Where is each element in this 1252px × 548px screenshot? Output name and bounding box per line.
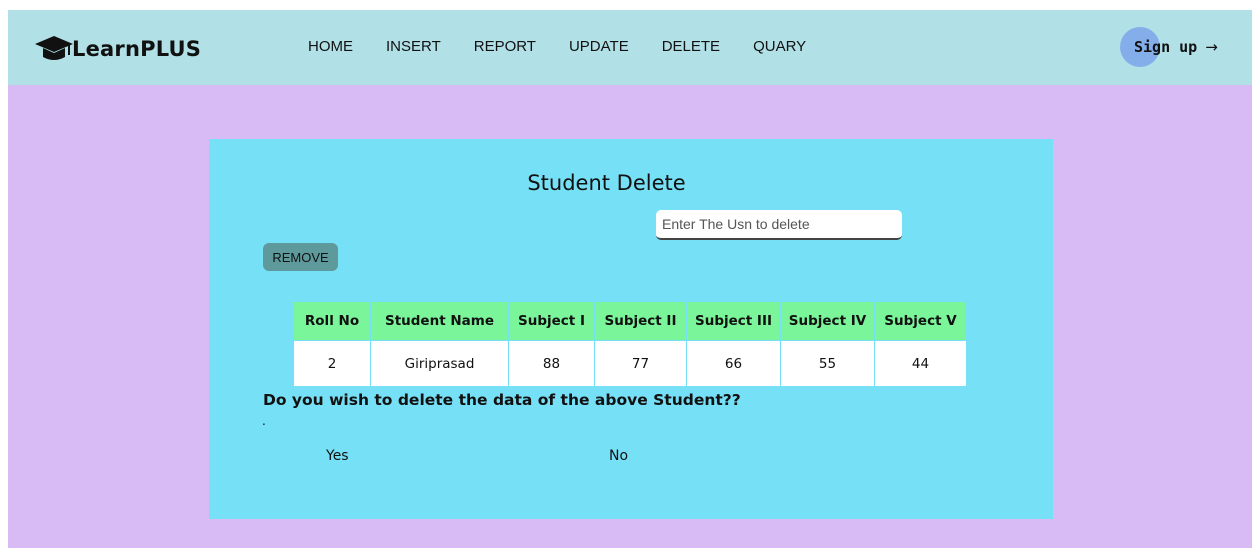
col-subject-2: Subject II bbox=[594, 301, 687, 341]
panel-title: Student Delete bbox=[527, 171, 686, 195]
nav-update[interactable]: UPDATE bbox=[569, 38, 629, 55]
nav-links: HOME INSERT REPORT UPDATE DELETE QUARY bbox=[308, 38, 839, 55]
col-subject-5: Subject V bbox=[874, 301, 967, 341]
confirm-question: Do you wish to delete the data of the ab… bbox=[263, 391, 741, 409]
brand[interactable]: LearnPLUS bbox=[34, 34, 201, 64]
yes-option[interactable]: Yes bbox=[326, 448, 349, 464]
nav-quary[interactable]: QUARY bbox=[753, 38, 806, 55]
arrow-right-icon: → bbox=[1205, 38, 1218, 56]
delete-panel: Student Delete REMOVE Roll No Student Na… bbox=[209, 139, 1053, 519]
remove-button[interactable]: REMOVE bbox=[263, 243, 338, 271]
nav-insert[interactable]: INSERT bbox=[386, 38, 441, 55]
signup-label: Sign up bbox=[1134, 38, 1198, 56]
cell-subject-3: 66 bbox=[686, 340, 781, 387]
cell-subject-1: 88 bbox=[508, 340, 595, 387]
col-subject-4: Subject IV bbox=[780, 301, 875, 341]
col-subject-3: Subject III bbox=[686, 301, 781, 341]
cell-student-name: Giriprasad bbox=[370, 340, 509, 387]
signup-button[interactable]: Sign up → bbox=[1120, 27, 1218, 67]
usn-input[interactable] bbox=[656, 210, 902, 240]
nav-delete[interactable]: DELETE bbox=[662, 38, 720, 55]
nav-home[interactable]: HOME bbox=[308, 38, 353, 55]
brand-name: LearnPLUS bbox=[72, 37, 202, 61]
student-table: Roll No Student Name Subject I Subject I… bbox=[293, 301, 967, 387]
confirm-dot: . bbox=[262, 414, 266, 428]
col-student-name: Student Name bbox=[370, 301, 509, 341]
cell-subject-4: 55 bbox=[780, 340, 875, 387]
col-roll-no: Roll No bbox=[293, 301, 371, 341]
table-row: 2 Giriprasad 88 77 66 55 44 bbox=[293, 340, 967, 387]
col-subject-1: Subject I bbox=[508, 301, 595, 341]
no-option[interactable]: No bbox=[609, 448, 628, 464]
cell-subject-5: 44 bbox=[874, 340, 967, 387]
graduation-cap-icon bbox=[35, 36, 73, 60]
cell-subject-2: 77 bbox=[594, 340, 687, 387]
page-frame: LearnPLUS HOME INSERT REPORT UPDATE DELE… bbox=[8, 10, 1252, 548]
table-header-row: Roll No Student Name Subject I Subject I… bbox=[293, 301, 967, 341]
cell-roll-no: 2 bbox=[293, 340, 371, 387]
navbar: LearnPLUS HOME INSERT REPORT UPDATE DELE… bbox=[8, 10, 1252, 85]
nav-report[interactable]: REPORT bbox=[474, 38, 536, 55]
